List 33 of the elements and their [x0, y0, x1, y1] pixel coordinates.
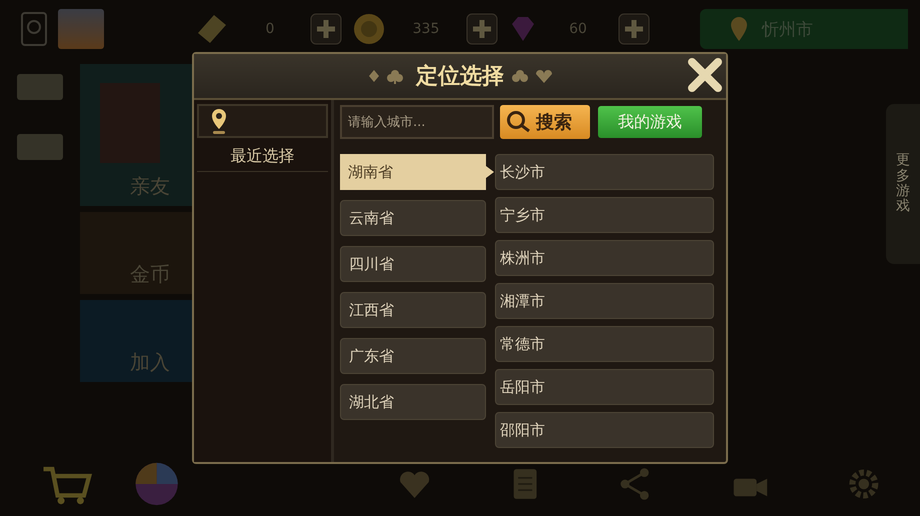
- city-item[interactable]: 湘潭市: [495, 283, 714, 319]
- city-item[interactable]: 邵阳市: [495, 412, 714, 448]
- gem-count: 60: [568, 21, 588, 37]
- plus-button-icon[interactable]: [618, 13, 650, 45]
- diamond-count: 0: [264, 21, 276, 37]
- province-item[interactable]: 广东省: [340, 338, 486, 374]
- location-field[interactable]: [197, 104, 328, 138]
- suit-symbols-icon: [512, 68, 552, 84]
- coin-icon: [352, 12, 386, 46]
- province-item[interactable]: 云南省: [340, 200, 486, 236]
- city-item[interactable]: 岳阳市: [495, 369, 714, 405]
- city-item[interactable]: 宁乡市: [495, 197, 714, 233]
- city-search-field[interactable]: 请输入城市...: [340, 105, 494, 139]
- user-icon: [20, 11, 48, 47]
- province-item[interactable]: 湖南省: [340, 154, 494, 190]
- plus-button-icon[interactable]: [466, 13, 498, 45]
- coin-count: 335: [412, 21, 440, 37]
- search-button[interactable]: 搜索: [500, 105, 590, 139]
- city-item[interactable]: 长沙市: [495, 154, 714, 190]
- city-item[interactable]: 常德市: [495, 326, 714, 362]
- location-pin-icon: [209, 107, 229, 135]
- close-icon[interactable]: [686, 56, 724, 94]
- dialog-title: 定位选择: [416, 62, 504, 91]
- plus-button-icon[interactable]: [310, 13, 342, 45]
- search-icon: [506, 110, 532, 134]
- recent-selection-label: 最近选择: [197, 144, 328, 172]
- more-games-tab[interactable]: 更多游戏: [886, 104, 920, 264]
- province-item[interactable]: 四川省: [340, 246, 486, 282]
- city-item[interactable]: 株洲市: [495, 240, 714, 276]
- province-item[interactable]: 湖北省: [340, 384, 486, 420]
- location-pin-icon: [728, 15, 750, 43]
- province-item[interactable]: 江西省: [340, 292, 486, 328]
- avatar-picture: [58, 9, 104, 49]
